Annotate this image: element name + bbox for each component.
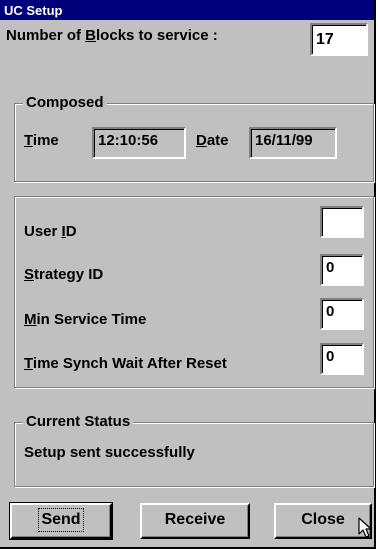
send-button[interactable]: Send (9, 502, 113, 540)
blocks-label: Number of Blocks to service : (6, 27, 218, 44)
current-status-legend: Current Status (23, 413, 134, 430)
blocks-to-service-input[interactable]: 17 (310, 23, 368, 56)
date-label: Date (196, 132, 229, 149)
arrow-pointer-icon (358, 517, 372, 538)
user-id-label: User ID (24, 223, 77, 240)
min-service-time-label: Min Service Time (24, 311, 147, 328)
user-id-input[interactable] (320, 206, 364, 238)
receive-button-label: Receive (164, 511, 226, 528)
close-button-label: Close (301, 511, 345, 528)
time-synch-wait-label: Time Synch Wait After Reset (24, 355, 227, 372)
composed-time-field: 12:10:56 (92, 127, 186, 159)
strategy-id-input[interactable]: 0 (320, 254, 364, 286)
title-bar[interactable]: UC Setup (0, 0, 374, 20)
status-text: Setup sent successfully (24, 444, 195, 461)
time-label: Time (24, 132, 59, 149)
min-service-time-input[interactable]: 0 (320, 298, 364, 330)
time-synch-wait-input[interactable]: 0 (320, 343, 364, 375)
send-button-label: Send (38, 508, 84, 532)
strategy-id-label: Strategy ID (24, 266, 104, 283)
composed-legend: Composed (23, 94, 107, 111)
receive-button[interactable]: Receive (140, 503, 250, 539)
window-title: UC Setup (4, 3, 63, 18)
uc-setup-dialog: UC Setup Number of Blocks to service : 1… (0, 0, 376, 549)
composed-date-field: 16/11/99 (249, 127, 337, 159)
